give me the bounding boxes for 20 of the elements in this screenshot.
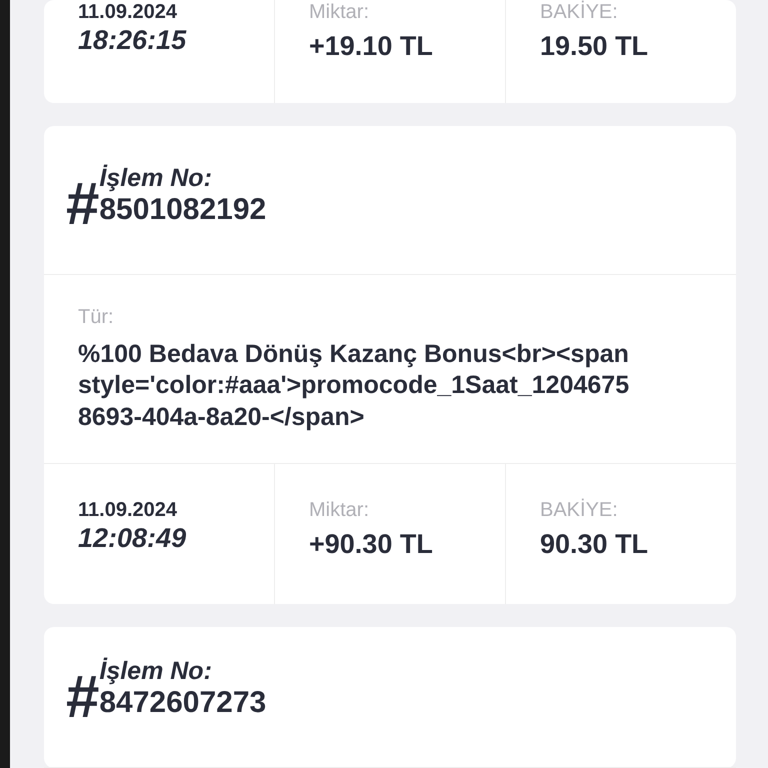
transaction-label: İşlem No:	[99, 656, 213, 686]
transaction-label: İşlem No:	[99, 164, 213, 193]
time-text: 18:26:15	[78, 24, 188, 56]
amount-label: Miktar:	[309, 0, 370, 24]
hash-symbol: #	[66, 174, 100, 234]
date-text: 11.09.2024	[78, 498, 178, 522]
transaction-number: 8472607273	[99, 686, 266, 720]
balance-label: BAKİYE:	[540, 498, 619, 522]
type-label: Tür:	[78, 305, 115, 329]
balance-value: 90.30 TL	[540, 528, 650, 560]
amount-label: Miktar:	[309, 498, 370, 522]
amount-value: +90.30 TL	[309, 528, 434, 560]
time-text: 12:08:49	[78, 522, 188, 554]
balance-value: 19.50 TL	[540, 30, 650, 62]
amount-value: +19.10 TL	[309, 30, 434, 62]
transaction-number: 8501082192	[99, 192, 266, 228]
date-text: 11.09.2024	[78, 0, 178, 24]
type-value: %100 Bedava Dönüş Kazanç Bonus<br><span style='color:#aaa'>promocode_1Saat_1204675 8693-404a-8a20-</span>	[78, 339, 630, 432]
balance-label: BAKİYE:	[540, 0, 619, 24]
hash-symbol: #	[66, 666, 100, 727]
